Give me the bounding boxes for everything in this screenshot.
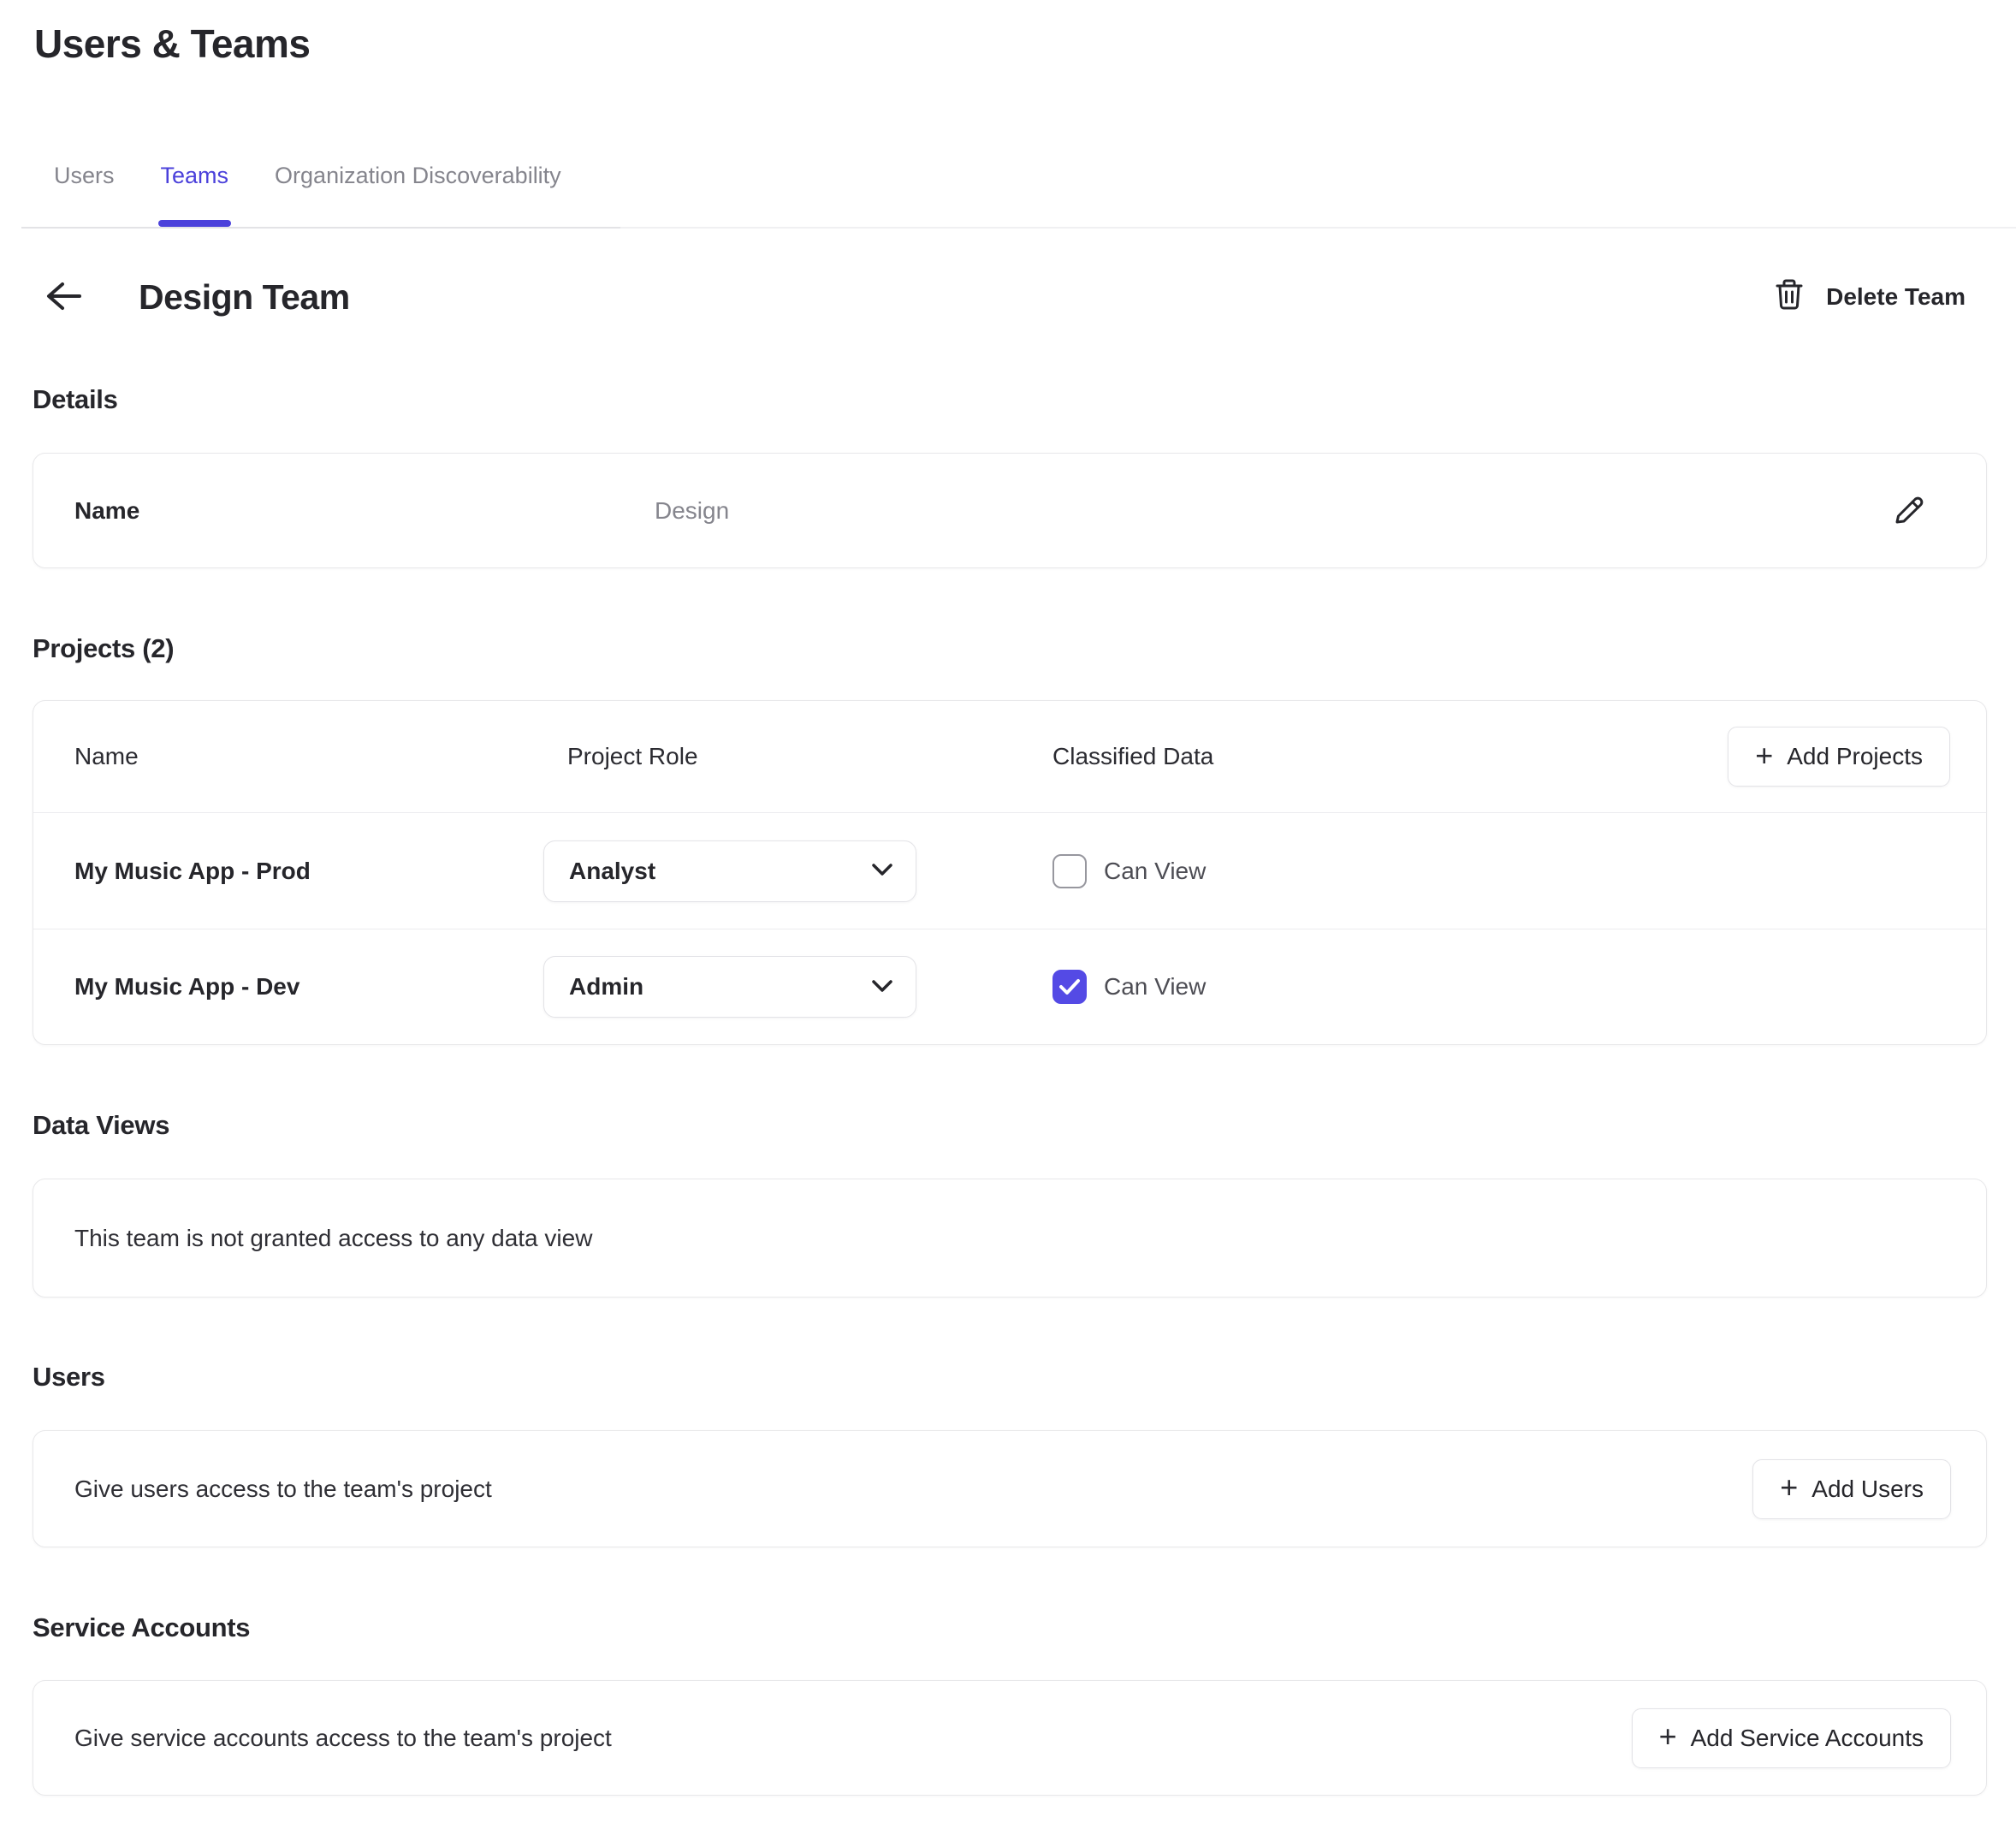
arrow-left-icon xyxy=(44,281,82,314)
add-projects-label: Add Projects xyxy=(1787,743,1923,770)
tab-organization-discoverability[interactable]: Organization Discoverability xyxy=(275,163,561,189)
team-title: Design Team xyxy=(139,277,350,318)
add-service-accounts-button[interactable]: + Add Service Accounts xyxy=(1632,1708,1951,1768)
column-header-name: Name xyxy=(74,743,543,770)
users-description: Give users access to the team's project xyxy=(74,1476,492,1503)
data-views-heading: Data Views xyxy=(33,1110,1987,1141)
details-heading: Details xyxy=(33,384,1987,415)
project-role-value: Admin xyxy=(569,973,643,1001)
delete-team-button[interactable]: Delete Team xyxy=(1775,278,1966,317)
service-accounts-card: Give service accounts access to the team… xyxy=(33,1680,1987,1796)
add-projects-button[interactable]: + Add Projects xyxy=(1728,727,1950,787)
projects-table: Name Project Role Classified Data + Add … xyxy=(33,700,1987,1045)
plus-icon: + xyxy=(1755,740,1773,771)
add-users-label: Add Users xyxy=(1811,1476,1924,1503)
column-header-classified-data: Classified Data xyxy=(1052,743,1728,770)
project-name: My Music App - Prod xyxy=(74,858,543,885)
can-view-label: Can View xyxy=(1104,973,1206,1001)
can-view-checkbox[interactable] xyxy=(1052,970,1087,1004)
project-role-select[interactable]: Admin xyxy=(543,956,916,1018)
plus-icon: + xyxy=(1780,1472,1798,1503)
project-role-select[interactable]: Analyst xyxy=(543,840,916,902)
chevron-down-icon xyxy=(871,863,893,879)
users-heading: Users xyxy=(33,1362,1987,1393)
project-role-value: Analyst xyxy=(569,858,655,885)
details-card: Name Design xyxy=(33,453,1987,568)
edit-name-button[interactable] xyxy=(1890,491,1930,531)
data-views-empty-text: This team is not granted access to any d… xyxy=(74,1225,592,1252)
page: Users & Teams Users Teams Organization D… xyxy=(0,21,2016,1796)
team-header: Design Team Delete Team xyxy=(33,276,1987,318)
projects-table-header: Name Project Role Classified Data + Add … xyxy=(33,701,1986,813)
plus-icon: + xyxy=(1659,1721,1677,1752)
delete-team-label: Delete Team xyxy=(1826,283,1966,311)
tab-bar: Users Teams Organization Discoverability xyxy=(33,163,1987,229)
chevron-down-icon xyxy=(871,979,893,995)
add-users-button[interactable]: + Add Users xyxy=(1752,1459,1951,1519)
name-label: Name xyxy=(74,497,655,525)
tab-divider xyxy=(33,227,2016,229)
service-accounts-heading: Service Accounts xyxy=(33,1612,1987,1643)
project-name: My Music App - Dev xyxy=(74,973,543,1001)
table-row-project-prod: My Music App - Prod Analyst xyxy=(33,813,1986,929)
users-card: Give users access to the team's project … xyxy=(33,1430,1987,1547)
service-accounts-description: Give service accounts access to the team… xyxy=(74,1725,612,1752)
add-service-accounts-label: Add Service Accounts xyxy=(1691,1725,1924,1752)
data-views-card: This team is not granted access to any d… xyxy=(33,1179,1987,1298)
checkmark-icon xyxy=(1058,978,1081,995)
name-value: Design xyxy=(655,497,729,525)
page-title: Users & Teams xyxy=(34,21,1987,67)
back-button[interactable] xyxy=(43,276,84,318)
pencil-icon xyxy=(1894,493,1926,528)
tab-users[interactable]: Users xyxy=(54,163,115,189)
table-row-project-dev: My Music App - Dev Admin Ca xyxy=(33,929,1986,1044)
trash-icon xyxy=(1775,278,1804,317)
can-view-label: Can View xyxy=(1104,858,1206,885)
column-header-project-role: Project Role xyxy=(543,743,698,770)
can-view-checkbox[interactable] xyxy=(1052,854,1087,888)
tab-teams[interactable]: Teams xyxy=(161,163,229,189)
projects-heading: Projects (2) xyxy=(33,633,1987,664)
